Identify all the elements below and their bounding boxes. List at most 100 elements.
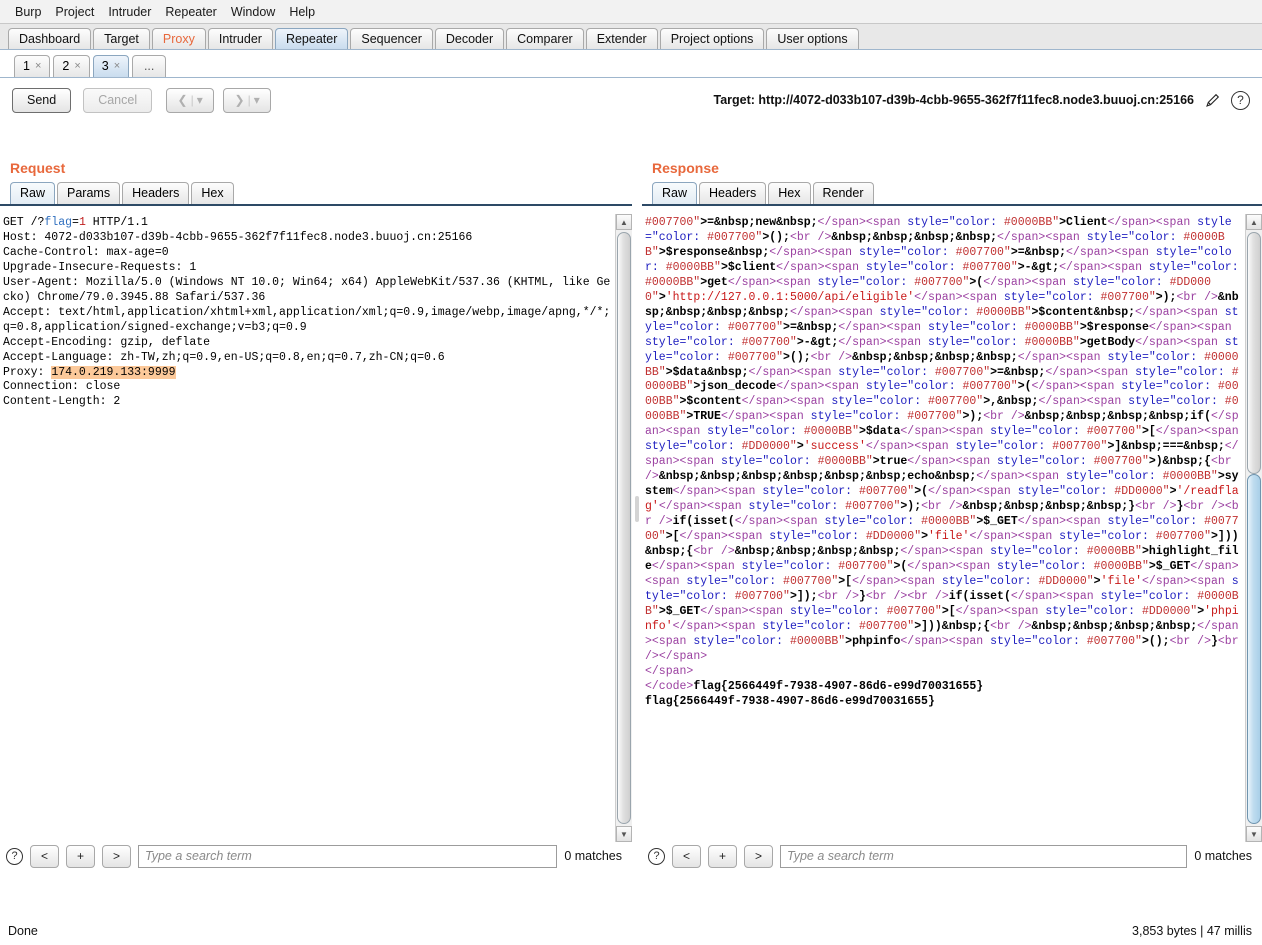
pencil-icon[interactable] bbox=[1204, 92, 1221, 109]
help-icon[interactable]: ? bbox=[1231, 90, 1250, 110]
view-tab-headers[interactable]: Headers bbox=[699, 182, 767, 204]
menu-item-repeater[interactable]: Repeater bbox=[158, 3, 223, 21]
request-response-split: Request Raw Params Headers Hex GET /?flag=1… bbox=[0, 152, 1262, 890]
target-url-label: Target: http://4072-d033b107-d39b-4cbb-9… bbox=[713, 93, 1195, 107]
tab-repeater[interactable]: Repeater bbox=[274, 28, 349, 49]
tab-sequencer[interactable]: Sequencer bbox=[350, 28, 433, 49]
request-line: Cache-Control: max-age=0 bbox=[3, 245, 169, 259]
request-line: Accept-Language: zh-TW,zh;q=0.9,en-US;q=… bbox=[3, 350, 445, 364]
view-tab-hex[interactable]: Hex bbox=[191, 182, 234, 204]
separator: | bbox=[190, 93, 194, 107]
tab-comparer[interactable]: Comparer bbox=[506, 28, 584, 49]
view-tab-raw[interactable]: Raw bbox=[652, 182, 698, 204]
search-next-button[interactable]: > bbox=[744, 844, 773, 868]
request-line: GET /?flag=1 HTTP/1.1 bbox=[3, 216, 148, 229]
search-add-button[interactable]: + bbox=[708, 844, 737, 868]
search-prev-button[interactable]: < bbox=[30, 844, 59, 868]
tab-intruder[interactable]: Intruder bbox=[207, 28, 273, 49]
tab-decoder[interactable]: Decoder bbox=[434, 28, 505, 49]
request-line: Upgrade-Insecure-Requests: 1 bbox=[3, 260, 197, 274]
response-search-bar: ? < + > 0 matches bbox=[642, 842, 1262, 870]
main-tab-bar: Dashboard Target Proxy Intruder Repeater Sequ… bbox=[0, 24, 1262, 50]
search-next-button[interactable]: > bbox=[102, 844, 131, 868]
request-line: Proxy: 174.0.219.133:9999 bbox=[3, 365, 176, 379]
request-line: User-Agent: Mozilla/5.0 (Windows NT 10.0… bbox=[3, 275, 611, 304]
scroll-track-upper[interactable] bbox=[1247, 232, 1261, 474]
request-scrollbar[interactable]: ▲ ▼ bbox=[615, 214, 632, 842]
scroll-thumb[interactable] bbox=[617, 232, 631, 824]
request-line: Host: 4072-d033b107-d39b-4cbb-9655-362f7… bbox=[3, 230, 473, 244]
response-size-timing: 3,853 bytes | 47 millis bbox=[1132, 924, 1252, 938]
repeater-tab-more[interactable]: ... bbox=[132, 55, 167, 77]
chevron-down-icon: ▾ bbox=[253, 93, 260, 107]
scroll-down-arrow-icon[interactable]: ▼ bbox=[1246, 826, 1262, 842]
status-message: Done bbox=[8, 924, 38, 938]
response-editor[interactable]: #007700">=&nbsp;new&nbsp;</span><span st… bbox=[642, 214, 1262, 842]
cancel-button: Cancel bbox=[83, 87, 153, 113]
status-bar: Done 3,853 bytes | 47 millis bbox=[0, 921, 1262, 945]
tab-proxy[interactable]: Proxy bbox=[151, 28, 206, 49]
tab-project-options[interactable]: Project options bbox=[659, 28, 765, 49]
request-pane: Request Raw Params Headers Hex GET /?flag=1… bbox=[0, 152, 632, 890]
request-editor[interactable]: GET /?flag=1 HTTP/1.1 Host: 4072-d033b107… bbox=[0, 214, 632, 842]
tab-target[interactable]: Target bbox=[93, 28, 150, 49]
scroll-up-arrow-icon[interactable]: ▲ bbox=[616, 214, 632, 230]
scroll-down-arrow-icon[interactable]: ▼ bbox=[616, 826, 632, 842]
go-forward-button[interactable]: ❯ | ▾ bbox=[223, 87, 272, 113]
view-tab-render[interactable]: Render bbox=[812, 182, 874, 204]
target-bar: Target: http://4072-d033b107-d39b-4cbb-9… bbox=[713, 78, 1250, 122]
chevron-right-icon: ❯ bbox=[234, 93, 245, 107]
pane-splitter[interactable] bbox=[632, 152, 642, 890]
repeater-tab-label: 1 bbox=[23, 59, 30, 73]
search-add-button[interactable]: + bbox=[66, 844, 95, 868]
view-tab-raw[interactable]: Raw bbox=[10, 182, 56, 204]
help-icon[interactable]: ? bbox=[6, 847, 23, 865]
close-icon[interactable]: × bbox=[35, 56, 41, 77]
repeater-toolbar: Send Cancel ❮ | ▾ ❯ | ▾ Target: http://4… bbox=[0, 78, 1262, 122]
repeater-tab-1[interactable]: 1 × bbox=[14, 55, 51, 77]
repeater-tab-label: 3 bbox=[101, 59, 109, 73]
search-input[interactable] bbox=[138, 844, 558, 868]
tab-dashboard[interactable]: Dashboard bbox=[8, 28, 92, 49]
view-tab-headers[interactable]: Headers bbox=[122, 182, 190, 204]
search-prev-button[interactable]: < bbox=[672, 844, 701, 868]
request-line: Content-Length: 2 bbox=[3, 395, 121, 409]
search-input[interactable] bbox=[780, 844, 1188, 868]
close-icon[interactable]: × bbox=[114, 56, 120, 77]
go-back-button[interactable]: ❮ | ▾ bbox=[166, 87, 215, 113]
chevron-left-icon: ❮ bbox=[177, 93, 188, 107]
help-icon[interactable]: ? bbox=[648, 847, 665, 865]
view-tab-params[interactable]: Params bbox=[57, 182, 121, 204]
menu-item-project[interactable]: Project bbox=[48, 3, 101, 21]
menu-bar: Burp Project Intruder Repeater Window Help bbox=[0, 0, 1262, 24]
match-count: 0 matches bbox=[1194, 849, 1252, 863]
scroll-thumb[interactable] bbox=[1247, 474, 1261, 824]
send-button[interactable]: Send bbox=[12, 87, 72, 113]
tab-extender[interactable]: Extender bbox=[585, 28, 658, 49]
chevron-down-icon: ▾ bbox=[196, 93, 203, 107]
repeater-tab-3[interactable]: 3 × bbox=[92, 55, 130, 77]
repeater-tab-bar: 1 × 2 × 3 ×... bbox=[0, 50, 1262, 78]
view-tab-hex[interactable]: Hex bbox=[768, 182, 811, 204]
request-line: Accept: text/html,application/xhtml+xml,… bbox=[3, 305, 611, 334]
response-title: Response bbox=[652, 160, 719, 176]
response-pane: Response Raw Headers Hex Render #007700">=&… bbox=[642, 152, 1262, 890]
menu-item-window[interactable]: Window bbox=[224, 3, 282, 21]
menu-item-burp[interactable]: Burp bbox=[8, 3, 48, 21]
tab-user-options[interactable]: User options bbox=[766, 28, 859, 49]
request-line: Accept-Encoding: gzip, deflate bbox=[3, 335, 211, 349]
repeater-tab-2[interactable]: 2 × bbox=[53, 55, 90, 77]
separator: | bbox=[247, 93, 251, 107]
close-icon[interactable]: × bbox=[74, 56, 80, 77]
scroll-up-arrow-icon[interactable]: ▲ bbox=[1246, 214, 1262, 230]
menu-item-help[interactable]: Help bbox=[282, 3, 322, 21]
request-search-bar: ? < + > 0 matches bbox=[0, 842, 632, 870]
match-count: 0 matches bbox=[564, 849, 622, 863]
repeater-tab-label: 2 bbox=[62, 59, 70, 73]
response-view-tabs: Raw Headers Hex Render bbox=[642, 182, 1262, 206]
menu-item-intruder[interactable]: Intruder bbox=[101, 3, 158, 21]
request-view-tabs: Raw Params Headers Hex bbox=[0, 182, 632, 206]
response-scrollbar[interactable]: ▲ ▼ bbox=[1245, 214, 1262, 842]
request-title: Request bbox=[10, 160, 66, 176]
request-line: Connection: close bbox=[3, 380, 121, 394]
